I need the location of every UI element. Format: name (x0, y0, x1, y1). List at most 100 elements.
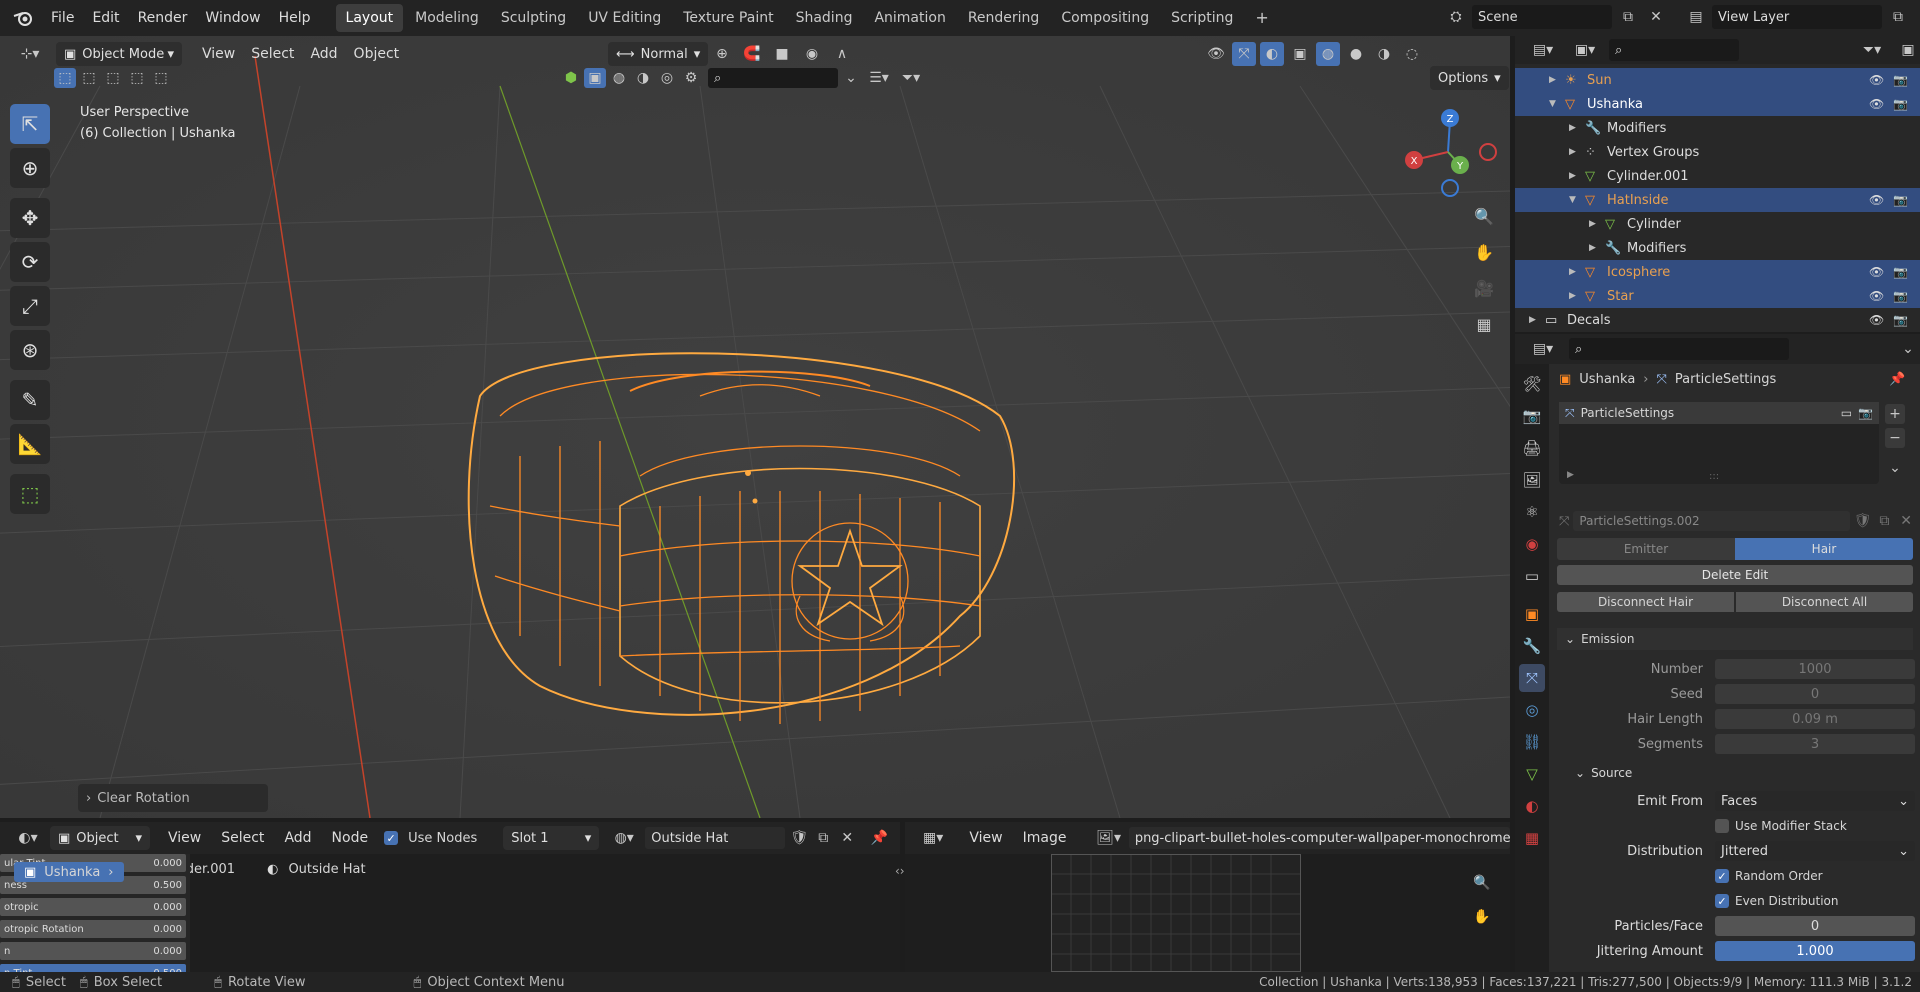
visibility-filter-icon[interactable]: ⬢ (560, 68, 582, 88)
collection-tab-icon[interactable]: ▭ (1519, 562, 1545, 590)
output-tab-icon[interactable]: 🖨 (1519, 434, 1545, 462)
move-tool[interactable]: ✥ (10, 198, 50, 238)
close-icon[interactable]: ✕ (837, 826, 857, 850)
camera-icon[interactable]: 📷 (1893, 289, 1908, 303)
world-tab-icon[interactable]: ◉ (1519, 530, 1545, 558)
outliner-row[interactable]: ▶ 🔧 Modifiers (1515, 236, 1920, 260)
filter-icon[interactable]: ⏷▾ (1854, 38, 1890, 62)
tab-scripting[interactable]: Scripting (1161, 4, 1243, 32)
ortho-grid-icon[interactable]: ▦ (1470, 310, 1498, 338)
3d-viewport[interactable]: ⊹▾ ▣ Object Mode ▾ View Select Add Objec… (0, 36, 1510, 818)
menu-view[interactable]: View (194, 46, 243, 62)
outliner-row[interactable]: ▶ 🔧 Modifiers (1515, 116, 1920, 140)
menu-render[interactable]: Render (129, 0, 197, 36)
render-icon[interactable]: 📷 (1858, 406, 1873, 420)
random-order-checkbox[interactable]: ✓ (1715, 869, 1729, 883)
wireframe-shading-icon[interactable]: ◍ (1316, 42, 1340, 66)
menu-object[interactable]: Object (346, 46, 408, 62)
scene-icon[interactable]: ⛭ (1444, 5, 1468, 29)
outliner-row[interactable]: ▼ ▽ Ushanka 👁 📷 (1515, 92, 1920, 116)
chevron-right-icon[interactable]: ▶ (1569, 171, 1576, 181)
cursor-tool[interactable]: ⊕ (10, 148, 50, 188)
menu-help[interactable]: Help (270, 0, 320, 36)
tab-animation[interactable]: Animation (864, 4, 955, 32)
new-scene-icon[interactable]: ⧉ (1616, 5, 1640, 29)
empty-filter-icon[interactable]: ⚙ (680, 68, 702, 88)
navigation-gizmo[interactable]: Z X Y (1398, 104, 1498, 204)
constraints-tab-icon[interactable]: ⛓ (1519, 728, 1545, 756)
node-property-row[interactable]: otropic 0.000 (0, 898, 186, 916)
outliner-row[interactable]: ▶ ▽ Star 👁 📷 (1515, 284, 1920, 308)
select-extend-icon[interactable]: ⬚ (78, 68, 100, 88)
remove-slot-button[interactable]: − (1885, 428, 1905, 448)
chevron-down-icon[interactable]: ▼ (1549, 99, 1556, 109)
eye-icon[interactable]: 👁 (1869, 73, 1884, 87)
menu-add[interactable]: Add (302, 46, 345, 62)
falloff-icon[interactable]: ∧ (830, 42, 854, 66)
editor-type-icon[interactable]: ⊹▾ (12, 42, 48, 66)
view-layer-field[interactable]: View Layer (1712, 5, 1882, 29)
emit-from-dropdown[interactable]: Faces ⌄ (1715, 791, 1915, 811)
chevron-down-icon[interactable]: ⌄ (1896, 337, 1920, 361)
measure-tool[interactable]: 📐 (10, 424, 50, 464)
view-layer-tab-icon[interactable]: 🖼 (1519, 466, 1545, 494)
seed-field[interactable]: 0 (1715, 684, 1915, 704)
add-slot-button[interactable]: + (1885, 404, 1905, 424)
outliner-row[interactable]: ▶ ▽ Icosphere 👁 📷 (1515, 260, 1920, 284)
chevron-down-icon[interactable]: ⌄ (840, 68, 862, 88)
material-shading-icon[interactable]: ◑ (1372, 42, 1396, 66)
physics-tab-icon[interactable]: ◎ (1519, 696, 1545, 724)
delete-scene-icon[interactable]: ✕ (1644, 5, 1668, 29)
outliner-row[interactable]: ▶ ▭ Decals 👁 📷 (1515, 308, 1920, 332)
eye-icon[interactable]: 👁 (1869, 97, 1884, 111)
menu-edit[interactable]: Edit (83, 0, 128, 36)
menu-select[interactable]: Select (213, 830, 272, 846)
particles-face-field[interactable]: 0 (1715, 916, 1915, 936)
use-nodes-checkbox[interactable]: ✓ (384, 831, 399, 845)
mode-selector[interactable]: ▣ Object Mode ▾ (56, 42, 182, 66)
tab-modeling[interactable]: Modeling (405, 4, 489, 32)
sort-icon[interactable]: ☰▾ (864, 68, 894, 88)
scene-tab-icon[interactable]: ⚛ (1519, 498, 1545, 526)
hand-pan-icon[interactable]: ✋ (1469, 904, 1495, 930)
node-property-row[interactable]: n 0.000 (0, 942, 186, 960)
tab-rendering[interactable]: Rendering (958, 4, 1050, 32)
camera-filter-icon[interactable]: ◎ (656, 68, 678, 88)
view-layer-icon[interactable]: ▤ (1684, 5, 1708, 29)
shader-editor[interactable]: ◐▾ ▣ Object ▾ View Select Add Node ✓ Use… (0, 822, 905, 982)
snap-target-icon[interactable]: ■ (770, 42, 794, 66)
tab-shading[interactable]: Shading (786, 4, 863, 32)
image-canvas[interactable] (1051, 854, 1301, 972)
collapse-arrows-icon[interactable]: ‹› (895, 864, 905, 878)
camera-icon[interactable]: 📷 (1893, 265, 1908, 279)
xray-icon[interactable]: ▣ (1288, 42, 1312, 66)
select-new-icon[interactable]: ⬚ (54, 68, 76, 88)
add-cube-tool[interactable]: ⬚ (10, 474, 50, 514)
overlay-toggle-icon[interactable]: ◐ (1260, 42, 1284, 66)
light-filter-icon[interactable]: ◑ (632, 68, 654, 88)
tab-texture-paint[interactable]: Texture Paint (673, 4, 783, 32)
camera-icon[interactable]: 📷 (1893, 97, 1908, 111)
fake-user-icon[interactable]: 🛡 (789, 826, 809, 850)
chevron-right-icon[interactable]: ▶ (1569, 267, 1576, 277)
rendered-shading-icon[interactable]: ◌ (1400, 42, 1424, 66)
delete-view-layer-icon[interactable]: ✕ (1914, 5, 1920, 29)
pin-icon[interactable]: 📌 (869, 826, 889, 850)
solid-shading-icon[interactable]: ● (1344, 42, 1368, 66)
close-icon[interactable]: ✕ (1897, 512, 1915, 530)
transform-orientation-selector[interactable]: ⟷ Normal ▾ (608, 42, 709, 66)
fake-user-icon[interactable]: 🛡 (1854, 512, 1872, 530)
display-mode-icon[interactable]: ▣▾ (1567, 38, 1603, 62)
even-distribution-checkbox[interactable]: ✓ (1715, 894, 1729, 908)
blender-logo-icon[interactable] (8, 6, 38, 30)
last-operator-panel[interactable]: › Clear Rotation (78, 784, 268, 812)
zoom-icon[interactable]: 🔍 (1470, 202, 1498, 230)
select-intersect-icon[interactable]: ⬚ (150, 68, 172, 88)
outliner-row[interactable]: ▶ ▽ Cylinder (1515, 212, 1920, 236)
data-tab-icon[interactable]: ▽ (1519, 760, 1545, 788)
options-button[interactable]: Options ▾ (1430, 66, 1509, 90)
camera-icon[interactable]: 📷 (1893, 193, 1908, 207)
curve-filter-icon[interactable]: ◍ (608, 68, 630, 88)
snap-icon[interactable]: 🧲 (740, 42, 764, 66)
distribution-dropdown[interactable]: Jittered ⌄ (1715, 841, 1915, 861)
